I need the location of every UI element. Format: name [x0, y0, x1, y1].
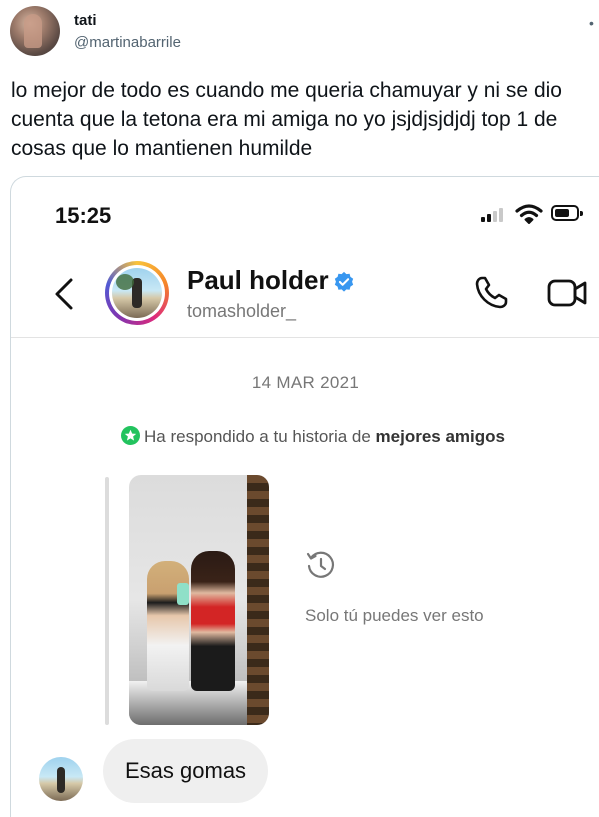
author-handle[interactable]: @martinabarrile	[74, 34, 181, 51]
contact-avatar[interactable]	[105, 261, 169, 325]
tweet-media[interactable]: 15:25 Paul holder tomasholder_ 14 MAR 20…	[10, 176, 599, 817]
video-icon[interactable]	[547, 275, 589, 311]
battery-icon	[551, 205, 583, 221]
contact-handle: tomasholder_	[187, 301, 297, 321]
wifi-icon	[515, 204, 543, 224]
story-reply-emphasis: mejores amigos	[375, 427, 505, 446]
back-icon[interactable]	[51, 277, 77, 311]
history-icon	[306, 551, 335, 578]
contact-name[interactable]: Paul holder	[187, 265, 329, 296]
star-icon	[121, 426, 140, 445]
phone-icon[interactable]	[473, 275, 509, 311]
story-thumbnail[interactable]	[129, 475, 269, 725]
status-time: 15:25	[55, 203, 112, 228]
more-icon[interactable]: •	[589, 16, 595, 30]
tweet-header: tati @martinabarrile •	[10, 4, 595, 60]
status-icons	[481, 203, 591, 225]
header-divider	[11, 337, 599, 338]
reply-bar	[105, 477, 109, 725]
date-separator: 14 MAR 2021	[11, 373, 599, 393]
author-name[interactable]: tati	[74, 12, 97, 29]
signal-icon	[481, 206, 507, 222]
verified-icon	[334, 271, 354, 292]
sender-avatar[interactable]	[39, 757, 83, 801]
message-bubble[interactable]: Esas gomas	[103, 739, 269, 803]
private-note: Solo tú puedes ver esto	[305, 606, 484, 625]
tweet-text: lo mejor de todo es cuando me queria cha…	[11, 79, 562, 160]
story-reply-note: Ha respondido a tu historia de mejores a…	[121, 423, 521, 448]
author-avatar[interactable]	[10, 6, 60, 56]
date-text: 14 MAR 2021	[251, 373, 360, 392]
story-reply-prefix: Ha respondido a tu historia de	[144, 427, 371, 446]
